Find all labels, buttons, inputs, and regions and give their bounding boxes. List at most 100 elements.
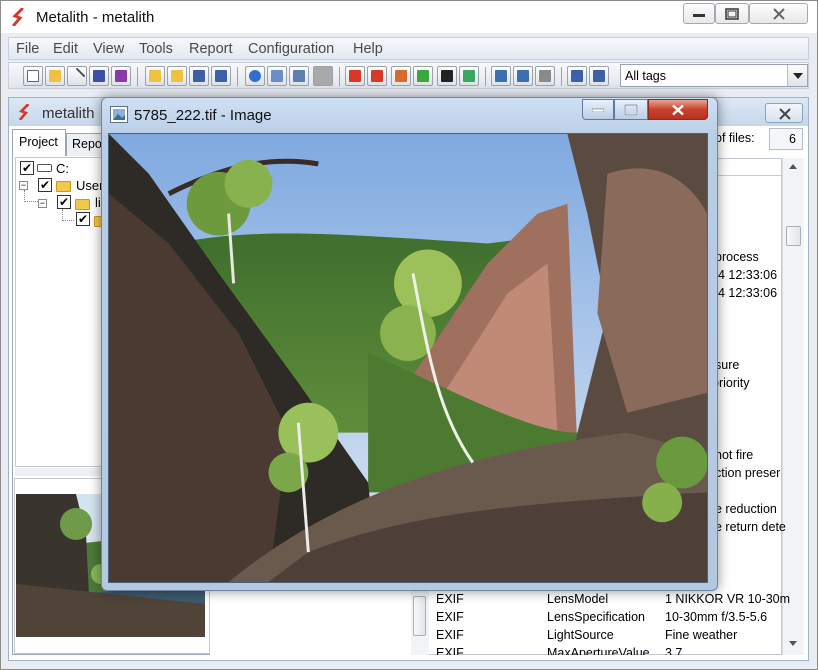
remove-icon[interactable] — [167, 66, 187, 86]
info-icon[interactable] — [245, 66, 265, 86]
tab-project[interactable]: Project — [12, 129, 66, 156]
add-icon[interactable] — [145, 66, 165, 86]
minimize-button[interactable] — [683, 3, 715, 24]
toolbar-separator — [237, 67, 238, 86]
window-icon[interactable] — [267, 66, 287, 86]
metadata-left-scrollbar[interactable] — [411, 590, 429, 655]
metadata-value-partial: not fire — [715, 448, 754, 462]
metadata-value: Fine weather — [665, 628, 738, 642]
search-icon[interactable] — [491, 66, 511, 86]
toolbar-separator — [561, 67, 562, 86]
toolbar-separator — [485, 67, 486, 86]
report-icon[interactable] — [589, 66, 609, 86]
tree-checkbox-sub[interactable]: ✔ — [57, 195, 71, 209]
calendar-add-icon[interactable] — [413, 66, 433, 86]
close-icon — [672, 104, 684, 115]
toolbar-separator — [339, 67, 340, 86]
scroll-thumb[interactable] — [786, 226, 801, 246]
metadata-value-partial: 04 12:33:06 — [711, 268, 778, 282]
metadata-value-partial: sure — [715, 358, 740, 372]
close-file-icon[interactable] — [67, 66, 87, 86]
metalith-logo-icon — [19, 104, 29, 120]
print-icon[interactable] — [535, 66, 555, 86]
tree-collapse-icon[interactable]: − — [38, 199, 47, 208]
new-icon[interactable] — [23, 66, 43, 86]
menu-help[interactable]: Help — [353, 41, 383, 57]
metadata-group: EXIF — [436, 628, 464, 642]
tree-checkbox-item[interactable]: ✔ — [76, 212, 90, 226]
metadata-tag: LensSpecification — [547, 610, 645, 624]
delete-tag-icon[interactable] — [345, 66, 365, 86]
image-file-icon — [110, 106, 128, 123]
blank-icon[interactable] — [313, 66, 333, 86]
folder-icon — [75, 199, 90, 210]
metadata-group: EXIF — [436, 610, 464, 624]
name-icon[interactable] — [437, 66, 457, 86]
close-button[interactable] — [749, 3, 808, 24]
metadata-value-partial: 04 12:33:06 — [711, 286, 778, 300]
tag-filter-value: All tags — [625, 69, 666, 83]
close-icon — [779, 108, 791, 120]
metadata-value: 10-30mm f/3.5-5.6 — [665, 610, 768, 624]
scroll-down-icon[interactable] — [789, 641, 797, 646]
tree-checkbox-drive[interactable]: ✔ — [20, 161, 34, 175]
metadata-value: 1 NIKKOR VR 10-30m — [665, 592, 791, 606]
calendar-remove-icon[interactable] — [391, 66, 411, 86]
tree-label-sub[interactable]: li — [95, 195, 101, 210]
image-minimize-button[interactable] — [582, 99, 614, 120]
export-icon[interactable] — [459, 66, 479, 86]
chevron-down-icon[interactable] — [787, 65, 807, 86]
maximize-button[interactable] — [715, 3, 749, 24]
minimize-icon — [693, 13, 705, 17]
delete-list-icon[interactable] — [367, 66, 387, 86]
tree-checkbox-users[interactable]: ✔ — [38, 178, 52, 192]
drive-icon — [37, 164, 52, 172]
image-maximize-button[interactable] — [614, 99, 648, 120]
folder-tree: ✔ C: − ✔ Users − ✔ li ✔ — [15, 157, 110, 467]
document-title: metalith — [42, 105, 95, 122]
metalith-logo-icon — [12, 8, 24, 26]
landscape-photo — [108, 133, 708, 583]
tree-line — [62, 209, 74, 221]
tree-line — [24, 190, 38, 202]
document-close-button[interactable] — [765, 103, 803, 123]
save-icon[interactable] — [89, 66, 109, 86]
import-icon[interactable] — [513, 66, 533, 86]
files-count: 6 — [769, 128, 803, 150]
maximize-icon — [624, 103, 638, 116]
metadata-value-partial: process — [715, 250, 759, 264]
menu-file[interactable]: File — [16, 41, 39, 57]
scroll-up-icon[interactable] — [789, 164, 797, 169]
close-icon — [772, 7, 785, 20]
scroll-thumb[interactable] — [413, 596, 426, 636]
tag-filter-select[interactable]: All tags — [620, 64, 808, 87]
maximize-icon — [725, 7, 739, 20]
minimize-icon — [592, 108, 604, 112]
metadata-tag: MaxApertureValue — [547, 646, 650, 655]
metadata-value-partial: ction preser — [715, 466, 781, 480]
menu-configuration[interactable]: Configuration — [248, 41, 334, 57]
save-as-icon[interactable] — [111, 66, 131, 86]
metadata-tag: LensModel — [547, 592, 609, 606]
metadata-row-cut: EXIF MaxApertureValue 3.7 — [430, 646, 782, 655]
add-folder-icon[interactable] — [189, 66, 209, 86]
metadata-value-partial: e reduction — [715, 502, 777, 516]
folder-icon — [56, 181, 71, 192]
remove-folder-icon[interactable] — [211, 66, 231, 86]
metadata-group: EXIF — [436, 646, 464, 655]
metadata-value: 3.7 — [665, 646, 683, 655]
list-icon[interactable] — [567, 66, 587, 86]
metadata-vertical-scrollbar[interactable] — [782, 158, 804, 655]
image-close-button[interactable] — [648, 99, 708, 120]
tree-label-drive[interactable]: C: — [56, 161, 69, 176]
menu-view[interactable]: View — [93, 41, 124, 57]
menu-edit[interactable]: Edit — [53, 41, 78, 57]
menu-report[interactable]: Report — [189, 41, 233, 57]
open-icon[interactable] — [45, 66, 65, 86]
tree-collapse-icon[interactable]: − — [19, 181, 28, 190]
image-icon[interactable] — [289, 66, 309, 86]
metadata-value-partial: e return dete — [715, 520, 786, 534]
metadata-group: EXIF — [436, 592, 464, 606]
toolbar-separator — [137, 67, 138, 86]
menu-tools[interactable]: Tools — [139, 41, 173, 57]
